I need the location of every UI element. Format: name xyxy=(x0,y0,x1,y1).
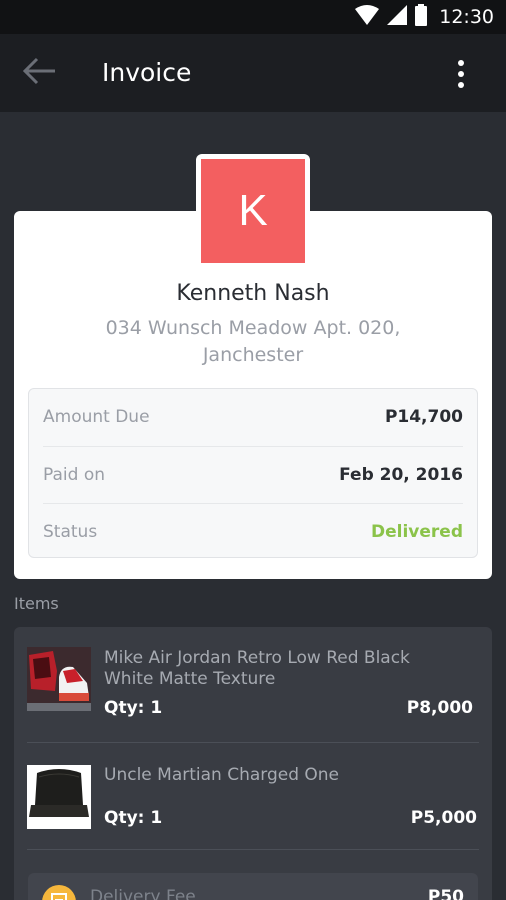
status-icons: 12:30 xyxy=(355,0,494,34)
items-list: Mike Air Jordan Retro Low Red Black Whit… xyxy=(14,627,492,900)
customer-name: Kenneth Nash xyxy=(176,281,330,306)
status-row: Status Delivered xyxy=(43,503,463,559)
item-name: Mike Air Jordan Retro Low Red Black Whit… xyxy=(104,648,410,689)
item-price: P8,000 xyxy=(406,698,473,718)
item-quantity: Qty: 1 xyxy=(104,698,163,718)
arrow-left-icon xyxy=(22,57,57,89)
list-item[interactable]: Uncle Martian Charged One Qty: 1 P5,000 xyxy=(27,742,479,850)
receipt-icon xyxy=(42,885,76,900)
amount-due-value: P14,700 xyxy=(384,407,463,427)
avatar: K xyxy=(196,154,310,268)
customer-address: 034 Wunsch Meadow Apt. 020, Janchester xyxy=(105,317,401,366)
paid-on-value: Feb 20, 2016 xyxy=(339,464,463,485)
battery-icon xyxy=(415,4,428,30)
more-vertical-icon xyxy=(458,60,464,66)
back-button[interactable] xyxy=(20,56,60,90)
status-label: Status xyxy=(43,521,98,542)
wifi-icon xyxy=(355,5,380,29)
amount-due-label: Amount Due xyxy=(43,407,150,427)
page-title: Invoice xyxy=(102,58,192,87)
list-item[interactable]: Mike Air Jordan Retro Low Red Black Whit… xyxy=(27,647,479,743)
app-bar: Invoice xyxy=(0,34,506,112)
paid-on-row: Paid on Feb 20, 2016 xyxy=(43,446,463,502)
items-section-label: Items xyxy=(14,594,59,613)
paid-on-label: Paid on xyxy=(43,464,105,485)
fee-price: P50 xyxy=(427,887,464,900)
avatar-initial: K xyxy=(201,159,305,263)
status-badge: Delivered xyxy=(371,521,463,542)
item-quantity: Qty: 1 xyxy=(104,808,163,828)
item-price: P5,000 xyxy=(410,808,477,828)
invoice-summary: Amount Due P14,700 Paid on Feb 20, 2016 … xyxy=(28,388,478,558)
overflow-menu-button[interactable] xyxy=(448,56,474,92)
fee-label: Delivery Fee xyxy=(90,887,196,900)
status-bar: 12:30 xyxy=(0,0,506,34)
sneaker-image xyxy=(27,647,91,711)
amount-due-row: Amount Due P14,700 xyxy=(43,389,463,445)
delivery-fee-row: Delivery Fee P50 xyxy=(28,873,478,900)
status-time: 12:30 xyxy=(439,6,494,28)
signal-icon xyxy=(387,5,408,29)
item-name: Uncle Martian Charged One xyxy=(104,765,340,785)
hat-image xyxy=(27,765,91,829)
